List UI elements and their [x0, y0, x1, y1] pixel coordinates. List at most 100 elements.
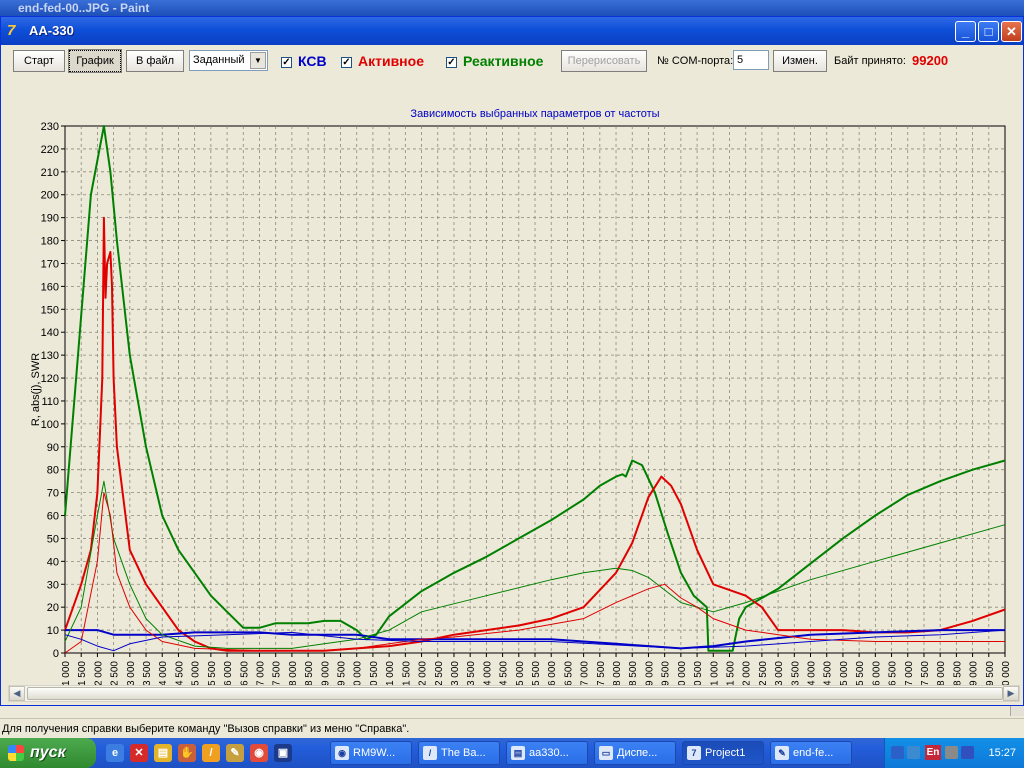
task-label: RM9W...	[353, 747, 396, 759]
reactive-checkbox[interactable]: ✓	[446, 57, 457, 68]
swr-checkbox[interactable]: ✓	[281, 57, 292, 68]
start-button[interactable]: Старт	[13, 50, 65, 72]
x-tick-label: 27 000	[904, 661, 915, 685]
change-port-button[interactable]: Измен.	[773, 50, 827, 72]
scroll-thumb[interactable]	[27, 687, 1003, 700]
x-tick-label: 5 500	[207, 661, 218, 685]
close-button[interactable]: ✕	[1001, 21, 1022, 42]
active-checkbox[interactable]: ✓	[341, 57, 352, 68]
scroll-left-arrow-icon[interactable]: ◀	[9, 686, 25, 701]
maximize-button[interactable]: □	[978, 21, 999, 42]
x-tick-label: 3 000	[126, 661, 137, 685]
x-tick-label: 14 500	[499, 661, 510, 685]
x-tick-label: 15 000	[515, 661, 526, 685]
start-button[interactable]: пуск	[0, 738, 96, 768]
settings-icon[interactable]	[945, 746, 958, 759]
x-tick-label: 24 000	[807, 661, 818, 685]
x-tick-label: 14 000	[482, 661, 493, 685]
x-tick-label: 2 000	[93, 661, 104, 685]
quicklaunch-chrome-icon[interactable]: ◉	[250, 744, 268, 762]
x-tick-label: 17 000	[580, 661, 591, 685]
x-tick-label: 30 000	[1001, 661, 1009, 685]
to-file-button[interactable]: В файл	[126, 50, 184, 72]
mode-select-value: Заданный	[193, 54, 245, 66]
window-titlebar[interactable]: 7 AA-330 _ □ ✕	[1, 17, 1023, 45]
x-tick-label: 13 000	[450, 661, 461, 685]
redraw-button[interactable]: Перерисовать	[561, 50, 647, 72]
x-tick-label: 8 000	[288, 661, 299, 685]
y-tick-label: 220	[41, 144, 59, 156]
com-port-input[interactable]: 5	[733, 50, 769, 70]
background-window-title: end-fed-00..JPG - Paint	[18, 1, 150, 15]
x-tick-label: 21 500	[725, 661, 736, 685]
task-the-ba[interactable]: / The Ba...	[418, 741, 500, 765]
y-tick-label: 10	[47, 625, 59, 637]
x-tick-label: 12 500	[434, 661, 445, 685]
x-tick-label: 29 000	[969, 661, 980, 685]
computer-icon: ▭	[599, 746, 613, 760]
x-tick-label: 10 000	[353, 661, 364, 685]
x-tick-label: 11 000	[385, 661, 396, 685]
x-tick-label: 10 500	[369, 661, 380, 685]
quicklaunch-tool-icon[interactable]: ✎	[226, 744, 244, 762]
bluetooth-icon[interactable]	[891, 746, 904, 759]
y-tick-label: 190	[41, 213, 59, 225]
frequency-chart: Зависимость выбранных параметров от част…	[30, 108, 1009, 685]
task-dispatcher[interactable]: ▭ Диспе...	[594, 741, 676, 765]
aa330-window: 7 AA-330 _ □ ✕ Старт График В файл Задан…	[0, 16, 1024, 706]
quicklaunch-app-icon[interactable]: /	[202, 744, 220, 762]
delphi-icon: 7	[687, 746, 701, 760]
x-tick-label: 26 500	[888, 661, 899, 685]
language-indicator[interactable]: En	[925, 745, 941, 760]
windows-flag-icon	[8, 745, 24, 761]
scroll-right-arrow-icon[interactable]: ▶	[1003, 686, 1019, 701]
y-tick-label: 130	[41, 350, 59, 362]
quicklaunch-close-icon[interactable]: ✕	[130, 744, 148, 762]
y-tick-label: 140	[41, 327, 59, 339]
toolbar: Старт График В файл Заданный ▼ ✓ КСВ ✓ А…	[1, 46, 1023, 76]
y-tick-label: 20	[47, 602, 59, 614]
y-tick-label: 80	[47, 465, 59, 477]
quicklaunch-ie-icon[interactable]: e	[106, 744, 124, 762]
y-tick-label: 120	[41, 373, 59, 385]
x-tick-label: 23 500	[790, 661, 801, 685]
y-tick-label: 200	[41, 190, 59, 202]
horizontal-scrollbar[interactable]: ◀ ▶	[8, 685, 1020, 702]
x-tick-label: 20 500	[693, 661, 704, 685]
app-icon: /	[423, 746, 437, 760]
x-tick-label: 5 000	[191, 661, 202, 685]
y-tick-label: 170	[41, 258, 59, 270]
status-text: Для получения справки выберите команду "…	[2, 723, 410, 735]
task-project1[interactable]: 7 Project1	[682, 741, 764, 765]
graph-button[interactable]: График	[68, 49, 122, 73]
quicklaunch-window-icon[interactable]: ▣	[274, 744, 292, 762]
x-tick-label: 6 000	[223, 661, 234, 685]
active-label: Активное	[358, 53, 424, 69]
x-tick-label: 1 000	[61, 661, 72, 685]
x-tick-label: 11 500	[401, 661, 412, 685]
mode-select[interactable]: Заданный ▼	[189, 50, 268, 71]
x-tick-label: 12 000	[418, 661, 429, 685]
y-tick-label: 30	[47, 579, 59, 591]
y-tick-label: 0	[53, 648, 59, 660]
quicklaunch-folder-icon[interactable]: ▤	[154, 744, 172, 762]
x-tick-label: 6 500	[239, 661, 250, 685]
chart-panel: Зависимость выбранных параметров от част…	[9, 77, 1009, 685]
task-rm9w[interactable]: ◉ RM9W...	[330, 741, 412, 765]
swr-label: КСВ	[298, 53, 327, 69]
network-icon[interactable]	[907, 746, 920, 759]
minimize-button[interactable]: _	[955, 21, 976, 42]
x-tick-label: 18 000	[612, 661, 623, 685]
task-aa330-folder[interactable]: ▤ aa330...	[506, 741, 588, 765]
battery-icon[interactable]	[961, 746, 974, 759]
x-tick-label: 29 500	[985, 661, 996, 685]
task-label: Project1	[705, 747, 746, 759]
x-tick-label: 20 000	[677, 661, 688, 685]
quicklaunch-hand-icon[interactable]: ✋	[178, 744, 196, 762]
y-tick-label: 230	[41, 121, 59, 133]
task-end-fed[interactable]: ✎ end-fe...	[770, 741, 852, 765]
dropdown-arrow-icon[interactable]: ▼	[250, 52, 266, 69]
x-tick-label: 4 500	[174, 661, 185, 685]
status-bar: Для получения справки выберите команду "…	[0, 718, 1024, 738]
task-label: aa330...	[529, 747, 569, 759]
